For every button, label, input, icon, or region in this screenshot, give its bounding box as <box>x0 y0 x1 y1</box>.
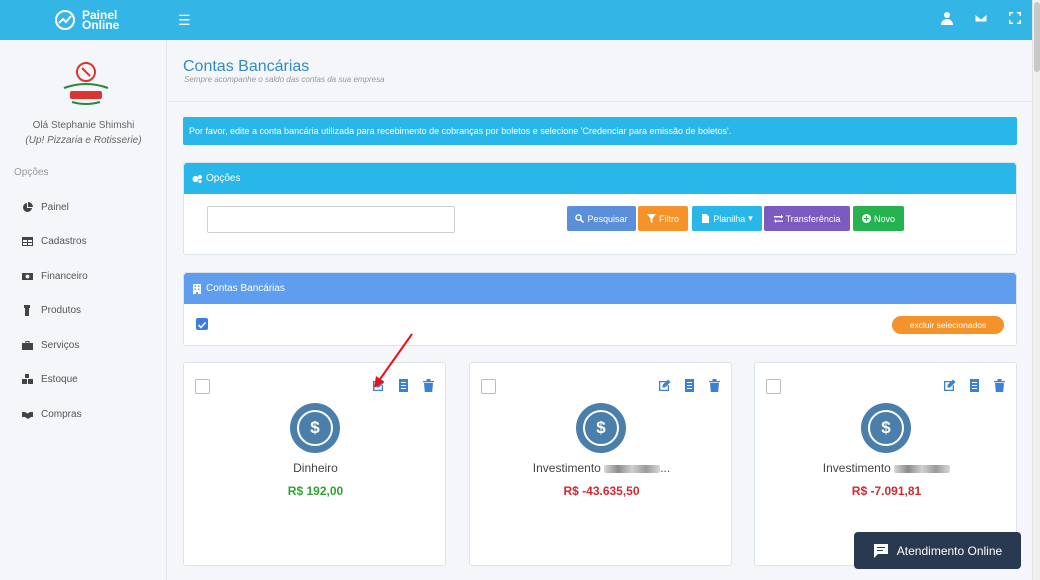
sidebar-item-painel[interactable]: Painel <box>0 190 167 225</box>
caret-down-icon: ▾ <box>748 213 753 223</box>
transferencia-label: Transferência <box>785 213 841 224</box>
document-icon[interactable] <box>968 379 981 392</box>
accounts-panel-header: Contas Bancárias <box>184 273 1016 304</box>
search-icon <box>575 214 585 223</box>
filter-icon <box>647 214 656 223</box>
card-checkbox[interactable] <box>481 379 496 394</box>
account-balance: R$ -43.635,50 <box>563 484 640 498</box>
chat-bubble-icon <box>873 543 888 558</box>
envelope-icon[interactable] <box>974 11 988 25</box>
menu-section-label: Opções <box>14 167 49 178</box>
sidebar-item-estoque[interactable]: Estoque <box>0 363 167 398</box>
dollar-coin-icon: $ <box>290 403 340 453</box>
card-checkbox[interactable] <box>766 379 781 394</box>
sidebar-item-label: Estoque <box>41 374 78 386</box>
user-icon[interactable] <box>940 11 954 25</box>
money-icon <box>22 272 33 280</box>
edit-icon[interactable] <box>658 379 671 392</box>
scrollbar-thumb[interactable] <box>1034 2 1040 72</box>
page-header: Contas Bancárias Sempre acompanhe o sald… <box>168 40 1032 102</box>
company-logo <box>63 62 109 105</box>
sidebar-item-cadastros[interactable]: Cadastros <box>0 225 167 260</box>
planilha-button[interactable]: Planilha ▾ <box>692 206 762 231</box>
boxes-icon <box>22 374 33 385</box>
table-icon <box>22 237 33 247</box>
sidebar-item-label: Compras <box>41 408 82 420</box>
sidebar-item-label: Produtos <box>41 305 82 317</box>
redacted-text <box>894 464 951 473</box>
accounts-panel: Contas Bancárias excluir selecionados <box>183 272 1017 346</box>
redacted-text <box>604 464 661 473</box>
sidebar-item-servicos[interactable]: Serviços <box>0 328 167 363</box>
document-icon[interactable] <box>683 379 696 392</box>
planilha-label: Planilha <box>713 213 746 224</box>
sidebar-item-label: Cadastros <box>41 236 87 248</box>
novo-label: Novo <box>873 213 895 224</box>
top-bar: Painel Online ☰ <box>0 0 1032 40</box>
account-name: Dinheiro <box>293 461 338 475</box>
page-title: Contas Bancárias <box>183 58 310 75</box>
account-balance: R$ 192,00 <box>287 484 344 498</box>
cogs-icon <box>192 174 202 183</box>
sidebar-item-label: Financeiro <box>41 270 88 282</box>
select-all-checkbox[interactable] <box>196 318 208 330</box>
info-alert: Por favor, edite a conta bancária utiliz… <box>183 117 1017 145</box>
plus-circle-icon <box>861 214 871 223</box>
pesquisar-button[interactable]: Pesquisar <box>567 206 636 231</box>
options-panel-title: Opções <box>206 173 241 184</box>
pie-chart-icon <box>23 201 33 212</box>
pesquisar-label: Pesquisar <box>587 213 628 224</box>
sidebar-item-label: Serviços <box>41 339 80 351</box>
dollar-coin-icon: $ <box>576 403 626 453</box>
delete-selected-button[interactable]: excluir selecionados <box>892 316 1004 334</box>
company-name: (Up! Pizzaria e Rotisserie) <box>25 135 142 146</box>
account-card-dinheiro: $ Dinheiro R$ 192,00 <box>183 362 446 566</box>
briefcase-icon <box>22 340 33 350</box>
trash-icon[interactable] <box>993 379 1006 392</box>
logo-chart-icon <box>55 10 75 30</box>
dollar-coin-icon: $ <box>861 403 911 453</box>
edit-icon[interactable] <box>943 379 956 392</box>
filtro-label: Filtro <box>659 213 679 224</box>
account-name-suffix: ... <box>660 461 671 475</box>
sidebar-item-financeiro[interactable]: Financeiro <box>0 259 167 294</box>
options-panel: Opções Pesquisar Filtro Planilha ▾ Trans… <box>183 162 1017 255</box>
annotation-arrow-icon <box>374 333 413 388</box>
account-name: Investimento <box>755 461 1018 475</box>
accounts-panel-title: Contas Bancárias <box>206 283 285 294</box>
hamburger-menu-icon[interactable]: ☰ <box>178 12 191 29</box>
trash-icon[interactable] <box>708 379 721 392</box>
app-logo[interactable]: Painel Online <box>54 6 174 34</box>
sidebar: Olá Stephanie Shimshi (Up! Pizzaria e Ro… <box>0 40 167 580</box>
product-icon <box>24 305 30 317</box>
page-subtitle: Sempre acompanhe o saldo das contas da s… <box>184 75 385 84</box>
sidebar-item-label: Painel <box>41 201 69 213</box>
account-name: Investimento ... <box>470 461 733 475</box>
page-scrollbar[interactable] <box>1032 0 1040 580</box>
file-icon <box>702 214 710 223</box>
account-name-text: Investimento <box>532 461 601 475</box>
account-name-text: Investimento <box>822 461 891 475</box>
exchange-icon <box>773 214 783 223</box>
trash-icon[interactable] <box>422 379 435 392</box>
handshake-icon <box>22 411 33 419</box>
account-card-investimento-1: $ Investimento ... R$ -43.635,50 <box>469 362 732 566</box>
sidebar-menu: Painel Cadastros Financeiro Produtos Ser… <box>0 190 167 432</box>
novo-button[interactable]: Novo <box>853 206 904 231</box>
options-panel-header: Opções <box>184 163 1016 194</box>
sidebar-item-compras[interactable]: Compras <box>0 397 167 432</box>
card-checkbox[interactable] <box>195 379 210 394</box>
transferencia-button[interactable]: Transferência <box>764 206 850 231</box>
filtro-button[interactable]: Filtro <box>638 206 688 231</box>
greeting-text: Olá Stephanie Shimshi <box>32 120 135 131</box>
search-input[interactable] <box>207 206 455 233</box>
online-support-chat-button[interactable]: Atendimento Online <box>854 532 1021 569</box>
check-icon <box>197 321 207 329</box>
fullscreen-icon[interactable] <box>1008 11 1022 25</box>
sidebar-item-produtos[interactable]: Produtos <box>0 294 167 329</box>
chat-label: Atendimento Online <box>896 543 1003 558</box>
building-icon <box>193 283 201 294</box>
account-balance: R$ -7.091,81 <box>851 484 922 498</box>
logo-text-line2: Online <box>82 18 120 32</box>
